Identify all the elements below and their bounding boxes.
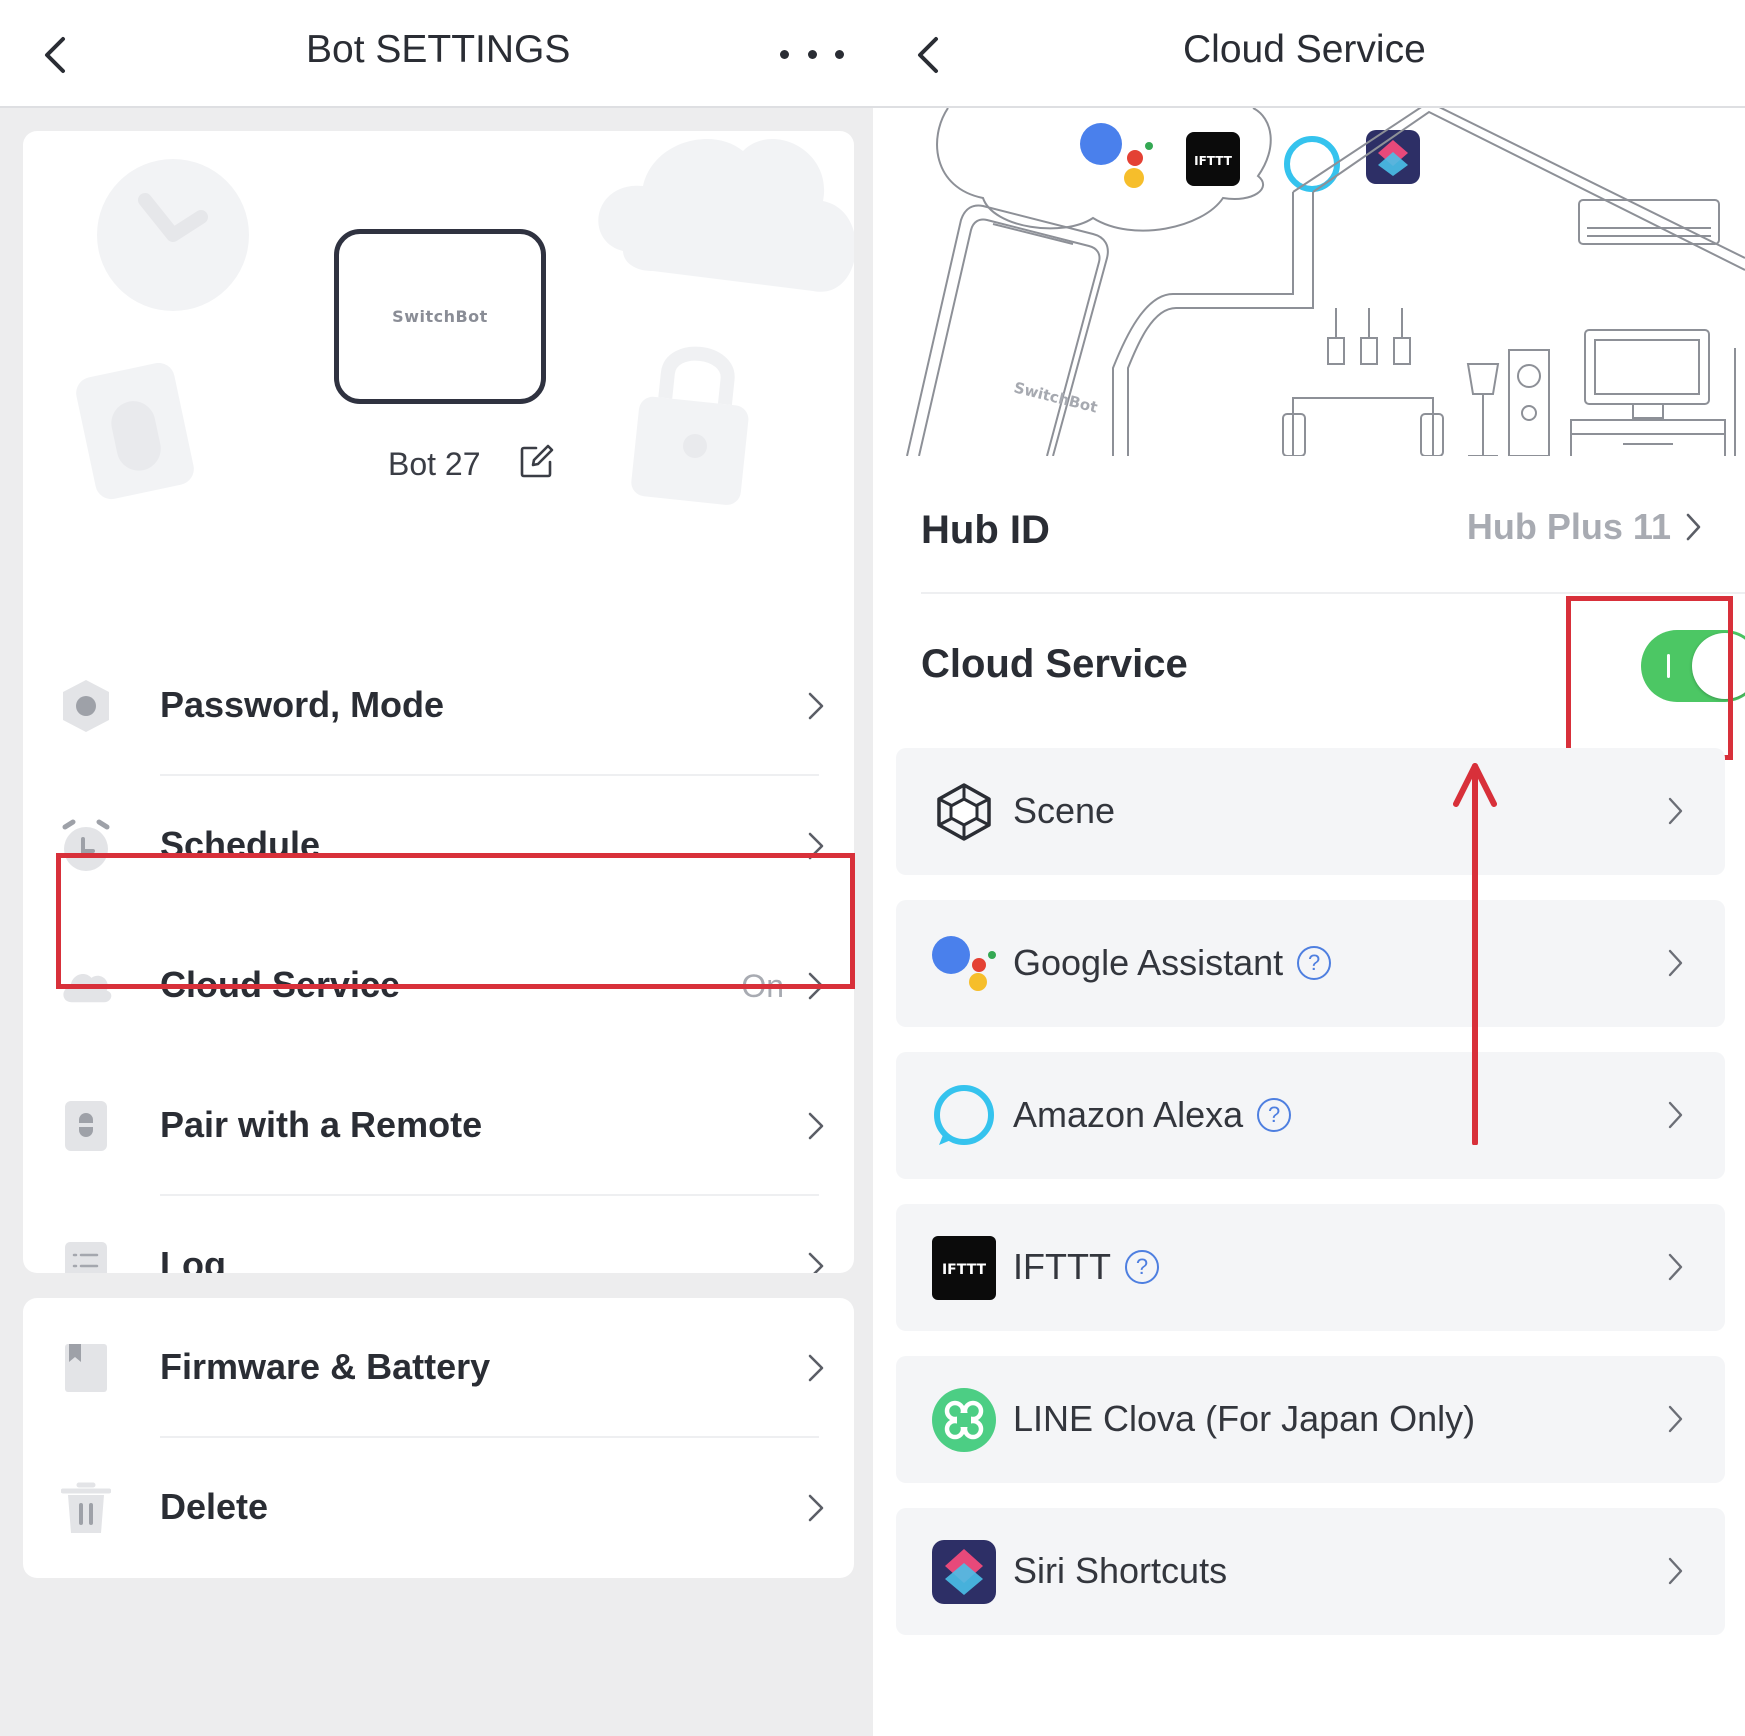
alexa-icon: [934, 1085, 994, 1145]
hub-id-row[interactable]: Hub ID Hub Plus 11: [921, 470, 1745, 594]
service-item-siri-shortcuts[interactable]: Siri Shortcuts: [896, 1508, 1725, 1635]
menu-item-label: Password, Mode: [160, 684, 445, 725]
chevron-right-icon: [808, 1354, 824, 1382]
help-icon[interactable]: ?: [1124, 1250, 1159, 1284]
dot-icon: [835, 49, 844, 59]
cube-icon: [937, 783, 991, 841]
toggle-highlight-box: [1566, 596, 1733, 760]
device-actions-card: Firmware & Battery Delete: [23, 1298, 854, 1578]
cloud-deco-icon: [598, 138, 854, 292]
chevron-right-icon: [1668, 1101, 1683, 1129]
cloud-service-label: Cloud Service: [921, 642, 1188, 686]
lock-deco-icon: [631, 346, 749, 505]
service-item-google-assistant[interactable]: Google Assistant?: [896, 900, 1725, 1027]
service-label-text: Scene: [1013, 790, 1116, 831]
chevron-left-icon: [45, 37, 65, 73]
right-navbar: Cloud Service: [873, 0, 1745, 108]
service-label-text: LINE Clova (For Japan Only): [1013, 1398, 1476, 1439]
menu-item-pair-remote[interactable]: Pair with a Remote: [23, 1056, 854, 1196]
svg-text:IFTTT: IFTTT: [1194, 154, 1233, 168]
service-label: Siri Shortcuts: [1013, 1550, 1227, 1592]
service-label: Scene: [1013, 790, 1115, 832]
hub-id-label: Hub ID: [921, 508, 1050, 552]
service-label-text: IFTTT: [1013, 1246, 1111, 1287]
more-options-button[interactable]: [780, 36, 844, 72]
smart-home-illustration: IFTTT SwitchBot: [906, 108, 1745, 456]
list-icon: [59, 1239, 113, 1273]
chevron-right-icon: [1668, 949, 1683, 977]
cloud-service-screen: Cloud Service IFTTT SwitchBot Hub ID Hub…: [873, 0, 1745, 1736]
left-navbar: Bot SETTINGS: [0, 0, 873, 108]
service-item-amazon-alexa[interactable]: Amazon Alexa?: [896, 1052, 1725, 1179]
service-label: IFTTT?: [1013, 1246, 1159, 1288]
help-icon[interactable]: ?: [1297, 946, 1332, 980]
service-label: Google Assistant?: [1013, 942, 1332, 984]
ifttt-icon: IFTTT: [1186, 132, 1240, 186]
device-image: SwitchBot: [334, 229, 546, 404]
menu-item-firmware-battery[interactable]: Firmware & Battery: [23, 1298, 854, 1438]
chevron-right-icon: [808, 1494, 824, 1522]
page-title: Bot SETTINGS: [306, 28, 571, 71]
menu-item-label: Delete: [160, 1486, 269, 1527]
page-title: Cloud Service: [1183, 28, 1426, 71]
menu-item-label: Pair with a Remote: [160, 1104, 483, 1145]
service-label-text: Siri Shortcuts: [1013, 1550, 1228, 1591]
service-label: LINE Clova (For Japan Only): [1013, 1398, 1475, 1440]
service-item-ifttt[interactable]: IFTTT IFTTT?: [896, 1204, 1725, 1331]
menu-item-password-mode[interactable]: Password, Mode: [23, 636, 854, 776]
bot-settings-screen: Bot SETTINGS SwitchBot Bot 27 Password, …: [0, 0, 873, 1736]
service-label: Amazon Alexa?: [1013, 1094, 1292, 1136]
chevron-right-icon: [1668, 797, 1683, 825]
hub-id-value: Hub Plus 11: [1466, 506, 1671, 547]
chevron-right-icon: [1668, 1253, 1683, 1281]
bookmark-icon: [59, 1341, 113, 1395]
chevron-left-icon: [918, 37, 938, 73]
clock-deco-icon: [97, 159, 249, 311]
google-assistant-icon: [932, 936, 996, 991]
menu-item-log[interactable]: Log: [23, 1196, 854, 1273]
remote-deco-icon: [76, 363, 194, 500]
chevron-right-icon: [808, 692, 824, 720]
chevron-right-icon: [808, 1112, 824, 1140]
google-assistant-icon: [1080, 123, 1153, 188]
ifttt-icon: IFTTT: [932, 1236, 996, 1300]
svg-text:SwitchBot: SwitchBot: [1012, 378, 1099, 416]
edit-icon[interactable]: [518, 444, 554, 480]
help-icon[interactable]: ?: [1257, 1098, 1292, 1132]
chevron-right-icon: [1668, 1405, 1683, 1433]
remote-icon: [59, 1099, 113, 1153]
back-button[interactable]: [903, 30, 953, 80]
svg-text:IFTTT: IFTTT: [942, 1262, 987, 1278]
chevron-right-icon: [1686, 513, 1701, 541]
menu-item-label: Firmware & Battery: [160, 1346, 491, 1387]
trash-icon: [59, 1481, 113, 1535]
dot-icon: [807, 49, 817, 59]
menu-item-label: Log: [160, 1244, 226, 1273]
menu-item-delete[interactable]: Delete: [23, 1438, 854, 1578]
clova-icon: [932, 1388, 996, 1452]
phone-illustration: SwitchBot: [906, 204, 1109, 456]
device-logo-text: SwitchBot: [392, 307, 488, 326]
settings-card: SwitchBot Bot 27 Password, Mode Schedule: [23, 131, 854, 1273]
service-item-scene[interactable]: Scene: [896, 748, 1725, 875]
dot-icon: [780, 49, 789, 59]
service-label-text: Amazon Alexa: [1013, 1094, 1244, 1135]
chevron-right-icon: [1668, 1557, 1683, 1585]
siri-shortcuts-icon: [932, 1540, 996, 1604]
service-item-line-clova[interactable]: LINE Clova (For Japan Only): [896, 1356, 1725, 1483]
device-name: Bot 27: [388, 446, 481, 482]
back-button[interactable]: [30, 30, 80, 80]
shield-dot-icon: [59, 679, 113, 733]
cloud-service-highlight-box: [56, 853, 855, 989]
chevron-right-icon: [808, 1252, 824, 1273]
service-label-text: Google Assistant: [1013, 942, 1284, 983]
annotation-arrow-up-icon: [1453, 763, 1497, 1145]
